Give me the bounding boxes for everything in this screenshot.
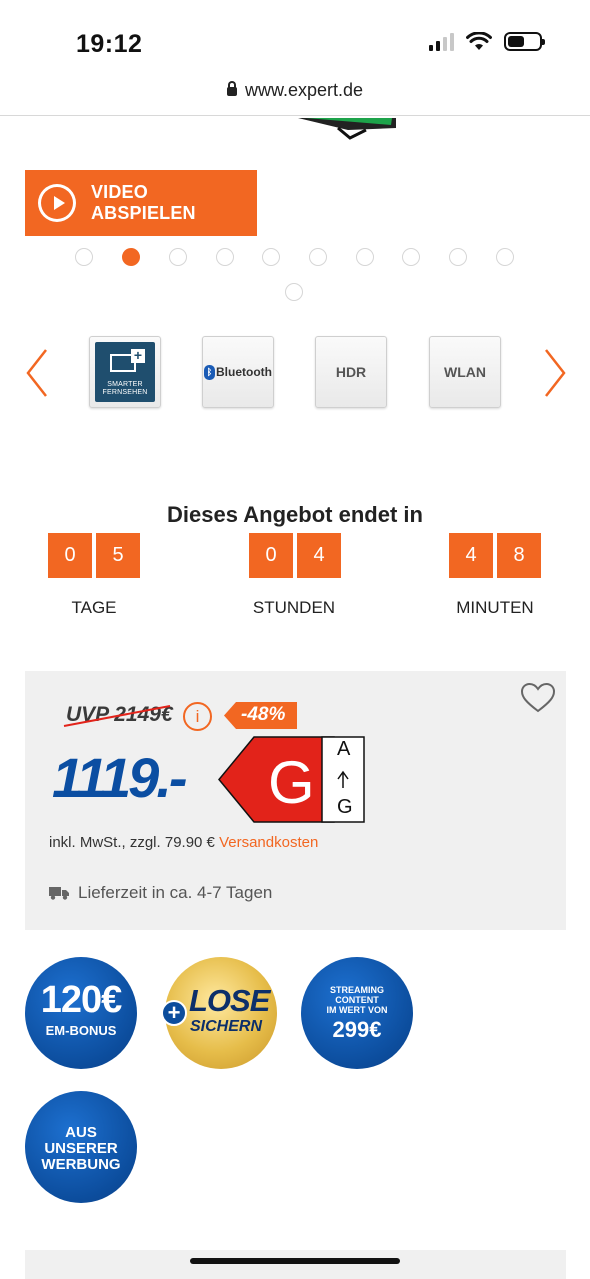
energy-scale-top: A bbox=[337, 738, 351, 760]
wlan-label: WLAN bbox=[444, 364, 486, 380]
wifi-icon bbox=[466, 32, 492, 50]
feature-smart-tv[interactable]: + SMARTER FERNSEHEN bbox=[89, 336, 161, 408]
url-bar[interactable]: www.expert.de bbox=[0, 72, 590, 116]
status-bar: 19:12 bbox=[0, 0, 590, 72]
current-price: 1119.- bbox=[52, 746, 187, 809]
countdown-digit: 4 bbox=[449, 533, 493, 578]
lock-icon bbox=[226, 81, 237, 96]
tax-note: inkl. MwSt., zzgl. 79.90 € Versandkosten bbox=[49, 834, 318, 851]
plus-icon: + bbox=[161, 1000, 187, 1026]
countdown-digit: 0 bbox=[249, 533, 293, 578]
bonus-label: EM-BONUS bbox=[45, 1023, 117, 1038]
hdr-label: HDR bbox=[335, 364, 367, 380]
carousel-dot[interactable] bbox=[449, 248, 467, 266]
url-text-wrap[interactable]: www.expert.de bbox=[226, 80, 363, 100]
info-icon[interactable]: i bbox=[183, 702, 212, 731]
carousel-dot-active[interactable] bbox=[122, 248, 140, 266]
stream-value: 299€ bbox=[332, 1017, 382, 1042]
delivery-info: Lieferzeit in ca. 4-7 Tagen bbox=[49, 883, 272, 903]
carousel-dot[interactable] bbox=[309, 248, 327, 266]
url-text[interactable]: www.expert.de bbox=[245, 80, 363, 100]
tv-image-fragment bbox=[298, 118, 396, 140]
next-panel-edge bbox=[25, 1250, 566, 1279]
carousel-dot[interactable] bbox=[216, 248, 234, 266]
em-bonus-badge[interactable]: 120€ EM-BONUS bbox=[25, 957, 137, 1069]
energy-label[interactable]: G A G bbox=[218, 736, 366, 829]
lottery-line1: LOSE bbox=[189, 983, 270, 1018]
countdown-digit: 0 bbox=[48, 533, 92, 578]
status-time: 19:12 bbox=[76, 30, 143, 58]
energy-scale-bottom: G bbox=[337, 796, 353, 818]
countdown-digit: 5 bbox=[96, 533, 140, 578]
streaming-content-badge[interactable]: STREAMING CONTENT IM WERT VON 299€ bbox=[301, 957, 413, 1069]
ad-line1: AUS bbox=[65, 1124, 97, 1141]
truck-icon bbox=[49, 887, 69, 900]
status-icons bbox=[429, 32, 545, 51]
shipping-cost-link[interactable]: Versandkosten bbox=[219, 834, 318, 851]
smart-tv-label: SMARTER FERNSEHEN bbox=[102, 381, 148, 396]
feature-wlan[interactable]: WLAN bbox=[429, 336, 501, 408]
bluetooth-label: Bluetooth bbox=[216, 365, 272, 379]
stream-line3: IM WERT VON bbox=[326, 1005, 388, 1015]
play-icon bbox=[38, 184, 76, 222]
carousel-dot[interactable] bbox=[169, 248, 187, 266]
countdown-hours-label: STUNDEN bbox=[252, 598, 336, 617]
countdown-digit: 4 bbox=[297, 533, 341, 578]
carousel-prev-arrow-icon[interactable] bbox=[22, 346, 52, 400]
carousel-next-arrow-icon[interactable] bbox=[540, 346, 570, 400]
tax-text: inkl. MwSt., zzgl. 79.90 € bbox=[49, 834, 220, 851]
cellular-signal-icon bbox=[429, 32, 454, 51]
carousel-dot[interactable] bbox=[356, 248, 374, 266]
video-button-label: VIDEO ABSPIELEN bbox=[90, 182, 196, 223]
feature-hdr[interactable]: HDR bbox=[315, 336, 387, 408]
carousel-dot[interactable] bbox=[75, 248, 93, 266]
energy-class: G bbox=[268, 749, 315, 816]
carousel-dot[interactable] bbox=[402, 248, 420, 266]
carousel-dot[interactable] bbox=[285, 283, 303, 301]
discount-badge: -48% bbox=[241, 704, 286, 725]
ad-line3: WERBUNG bbox=[41, 1156, 121, 1173]
carousel-dot[interactable] bbox=[262, 248, 280, 266]
feature-bluetooth[interactable]: ᛒ Bluetooth bbox=[202, 336, 274, 408]
delivery-text: Lieferzeit in ca. 4-7 Tagen bbox=[78, 883, 273, 902]
countdown-minutes-label: MINUTEN bbox=[456, 598, 534, 617]
home-indicator[interactable] bbox=[190, 1258, 400, 1264]
ad-line2: UNSERER bbox=[44, 1140, 118, 1157]
countdown-title: Dieses Angebot endet in bbox=[167, 502, 423, 527]
video-play-button[interactable]: VIDEO ABSPIELEN bbox=[25, 170, 257, 236]
bluetooth-icon: ᛒ bbox=[204, 364, 215, 380]
smart-tv-icon: + SMARTER FERNSEHEN bbox=[95, 342, 155, 402]
advertising-badge[interactable]: AUS UNSERER WERBUNG bbox=[25, 1091, 137, 1203]
carousel-dot[interactable] bbox=[496, 248, 514, 266]
bonus-value: 120€ bbox=[40, 979, 123, 1021]
countdown-digit: 8 bbox=[497, 533, 541, 578]
stream-line2: CONTENT bbox=[335, 995, 379, 1005]
stream-line1: STREAMING bbox=[330, 985, 384, 995]
heart-icon[interactable] bbox=[520, 682, 556, 714]
lottery-line2: SICHERN bbox=[190, 1018, 263, 1035]
countdown-days-label: TAGE bbox=[71, 598, 117, 617]
strikethrough bbox=[63, 705, 171, 727]
battery-icon bbox=[504, 32, 545, 51]
